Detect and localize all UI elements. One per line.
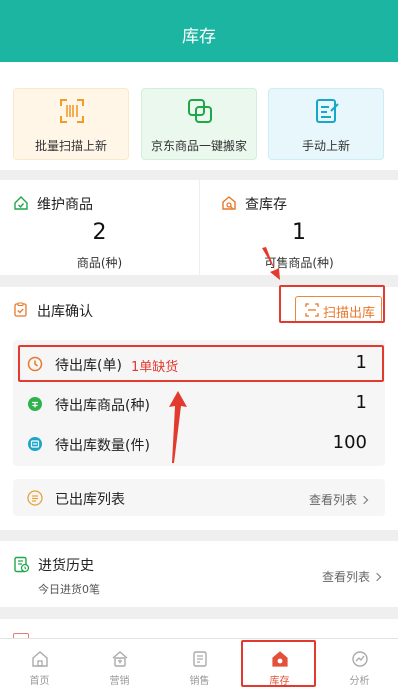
check-inventory-count: 1 <box>292 220 306 245</box>
purchase-history-subtitle: 今日进货0笔 <box>38 583 100 596</box>
bottom-tab-bar: 首页 营销 销售 库存 分析 <box>0 638 398 689</box>
chevron-right-icon <box>359 495 369 505</box>
sales-icon <box>193 651 207 667</box>
tab-home-label: 首页 <box>29 676 50 687</box>
manual-add-card[interactable]: 手动上新 <box>268 88 384 160</box>
copy-transfer-icon <box>188 99 212 123</box>
quick-actions: 批量扫描上新 京东商品一键搬家 手动上新 <box>0 62 398 170</box>
pending-quantity-row[interactable]: 待出库数量(件) 100 <box>13 426 385 462</box>
purchase-history-title: 进货历史 <box>38 558 94 574</box>
shipped-list-link-text: 查看列表 <box>308 493 357 507</box>
purchase-history-link-text: 查看列表 <box>321 570 370 584</box>
inventory-search-icon <box>222 196 236 210</box>
app-header: 库存 <box>0 0 398 62</box>
home-icon <box>32 651 48 667</box>
pending-quantity-value: 100 <box>332 432 367 453</box>
receipt-icon <box>14 556 30 573</box>
maintain-products-count: 2 <box>92 220 107 245</box>
scan-button-highlight <box>279 285 385 323</box>
batch-scan-label: 批量扫描上新 <box>34 139 107 153</box>
outbound-title: 出库确认 <box>37 304 93 320</box>
outbound-section: 出库确认 扫描出库 待出库(单) 1单缺货 1 待出库商品(种) 1 待出库数量… <box>0 285 398 530</box>
tab-sales[interactable]: 销售 <box>160 639 239 689</box>
maintain-products-unit: 商品(种) <box>76 256 123 270</box>
pending-products-value: 1 <box>355 392 367 413</box>
tab-home[interactable]: 首页 <box>0 639 79 689</box>
check-inventory-unit: 可售商品(种) <box>264 256 334 270</box>
shipped-list-label: 已出库列表 <box>55 492 125 508</box>
quantity-icon <box>28 437 42 451</box>
jd-import-card[interactable]: 京东商品一键搬家 <box>141 88 257 160</box>
inventory-tab-highlight <box>241 640 316 687</box>
barcode-scan-icon <box>60 99 84 123</box>
page-title: 库存 <box>182 27 216 47</box>
edit-document-icon <box>316 99 339 123</box>
product-icon <box>28 397 42 411</box>
check-inventory-label: 查库存 <box>245 197 287 213</box>
shipped-list-link[interactable]: 查看列表 <box>308 491 369 508</box>
pending-products-row[interactable]: 待出库商品(种) 1 <box>13 386 385 422</box>
pending-quantity-label: 待出库数量(件) <box>55 438 150 454</box>
stats-panel: 维护商品 2 商品(种) 查库存 1 可售商品(种) <box>0 180 398 275</box>
tab-analytics[interactable]: 分析 <box>320 639 398 689</box>
manual-add-label: 手动上新 <box>301 139 350 153</box>
tab-marketing-label: 营销 <box>109 676 130 687</box>
tab-sales-label: 销售 <box>189 676 210 687</box>
maintain-products-stat[interactable]: 维护商品 2 商品(种) <box>0 180 199 275</box>
jd-import-label: 京东商品一键搬家 <box>150 139 247 153</box>
analytics-icon <box>352 651 368 667</box>
chevron-right-icon <box>372 572 382 582</box>
pending-orders-highlight <box>18 345 384 382</box>
pending-products-label: 待出库商品(种) <box>55 398 150 414</box>
clipboard-check-icon <box>14 302 27 317</box>
purchase-history-link[interactable]: 查看列表 <box>321 568 382 585</box>
check-inventory-stat[interactable]: 查库存 1 可售商品(种) <box>199 180 398 275</box>
list-icon <box>27 490 43 506</box>
marketing-icon <box>112 651 128 667</box>
batch-scan-card[interactable]: 批量扫描上新 <box>13 88 129 160</box>
house-check-icon <box>14 196 28 210</box>
shipped-list-row[interactable]: 已出库列表 查看列表 <box>13 479 385 516</box>
tab-analytics-label: 分析 <box>349 676 370 687</box>
tab-marketing[interactable]: 营销 <box>80 639 159 689</box>
purchase-history-section[interactable]: 进货历史 今日进货0笔 查看列表 <box>0 541 398 607</box>
maintain-products-label: 维护商品 <box>37 197 93 213</box>
